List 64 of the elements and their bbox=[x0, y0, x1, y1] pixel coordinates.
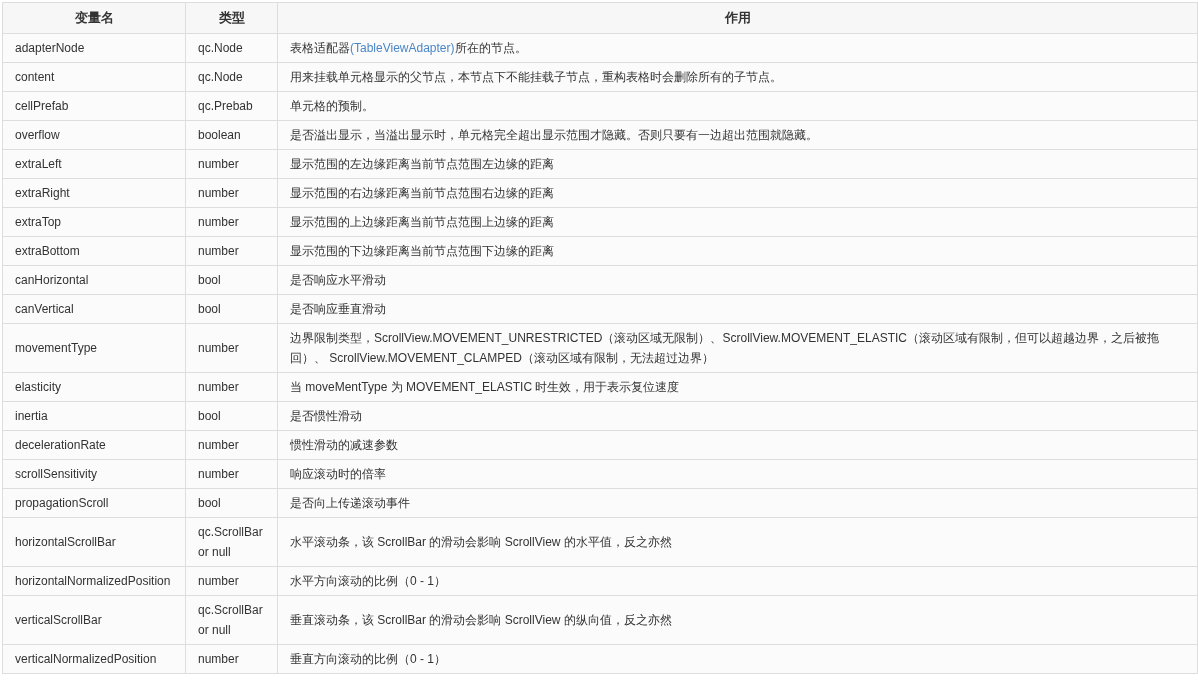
table-cell: number bbox=[185, 149, 278, 179]
table-cell: 是否惯性滑动 bbox=[277, 401, 1198, 431]
table-cell: 单元格的预制。 bbox=[277, 91, 1198, 121]
table-cell: elasticity bbox=[2, 372, 186, 402]
table-cell: qc.Node bbox=[185, 33, 278, 63]
table-cell: 显示范围的右边缘距离当前节点范围右边缘的距离 bbox=[277, 178, 1198, 208]
table-cell: 表格适配器(TableViewAdapter)所在的节点。 bbox=[277, 33, 1198, 63]
table-cell: inertia bbox=[2, 401, 186, 431]
table-cell: extraRight bbox=[2, 178, 186, 208]
table-cell: bool bbox=[185, 488, 278, 518]
table-cell: number bbox=[185, 566, 278, 596]
table-cell: bool bbox=[185, 265, 278, 295]
table-cell: verticalScrollBar bbox=[2, 595, 186, 645]
table-cell: 是否向上传递滚动事件 bbox=[277, 488, 1198, 518]
table-cell: 用来挂载单元格显示的父节点，本节点下不能挂载子节点，重构表格时会删除所有的子节点。 bbox=[277, 62, 1198, 92]
table-cell: movementType bbox=[2, 323, 186, 373]
table-cell: qc.ScrollBar or null bbox=[185, 517, 278, 567]
table-cell: propagationScroll bbox=[2, 488, 186, 518]
table-cell: 水平滚动条，该 ScrollBar 的滑动会影响 ScrollView 的水平值，反之亦然 bbox=[277, 517, 1198, 567]
column-header: 类型 bbox=[185, 2, 278, 34]
table-cell: boolean bbox=[185, 120, 278, 150]
table-cell: qc.Prebab bbox=[185, 91, 278, 121]
table-cell: number bbox=[185, 644, 278, 674]
table-cell: scrollSensitivity bbox=[2, 459, 186, 489]
table-cell: 边界限制类型，ScrollView.MOVEMENT_UNRESTRICTED（滚动区域无限制）、ScrollView.MOVEMENT_ELASTIC（滚动区域有限制，但可以超越边界，之后被拖回）、 ScrollView.MOVEMENT_CLAMPED（滚动区域有限制，无法超过边界） bbox=[277, 323, 1198, 373]
table-cell: content bbox=[2, 62, 186, 92]
table-cell: horizontalNormalizedPosition bbox=[2, 566, 186, 596]
table-cell: number bbox=[185, 372, 278, 402]
table-cell: overflow bbox=[2, 120, 186, 150]
table-cell: 垂直滚动条，该 ScrollBar 的滑动会影响 ScrollView 的纵向值，反之亦然 bbox=[277, 595, 1198, 645]
table-cell: canVertical bbox=[2, 294, 186, 324]
table-cell: number bbox=[185, 459, 278, 489]
table-cell: 是否响应垂直滑动 bbox=[277, 294, 1198, 324]
table-cell: 当 moveMentType 为 MOVEMENT_ELASTIC 时生效，用于表示复位速度 bbox=[277, 372, 1198, 402]
table-cell: 响应滚动时的倍率 bbox=[277, 459, 1198, 489]
table-cell: 显示范围的下边缘距离当前节点范围下边缘的距离 bbox=[277, 236, 1198, 266]
table-cell: number bbox=[185, 207, 278, 237]
table-cell: 显示范围的左边缘距离当前节点范围左边缘的距离 bbox=[277, 149, 1198, 179]
column-header: 变量名 bbox=[2, 2, 186, 34]
table-cell: horizontalScrollBar bbox=[2, 517, 186, 567]
table-cell: bool bbox=[185, 294, 278, 324]
table-cell: extraBottom bbox=[2, 236, 186, 266]
table-cell: 惯性滑动的减速参数 bbox=[277, 430, 1198, 460]
table-cell: number bbox=[185, 236, 278, 266]
column-header: 作用 bbox=[277, 2, 1198, 34]
table-cell: qc.ScrollBar or null bbox=[185, 595, 278, 645]
table-cell: 垂直方向滚动的比例（0 - 1） bbox=[277, 644, 1198, 674]
link[interactable]: (TableViewAdapter) bbox=[350, 41, 455, 55]
table-cell: number bbox=[185, 323, 278, 373]
table-cell: verticalNormalizedPosition bbox=[2, 644, 186, 674]
table-cell: cellPrefab bbox=[2, 91, 186, 121]
table-cell: 是否溢出显示，当溢出显示时，单元格完全超出显示范围才隐藏。否则只要有一边超出范围就隐藏。 bbox=[277, 120, 1198, 150]
table-cell: number bbox=[185, 430, 278, 460]
table-cell: extraLeft bbox=[2, 149, 186, 179]
table-cell: 是否响应水平滑动 bbox=[277, 265, 1198, 295]
table-cell: adapterNode bbox=[2, 33, 186, 63]
table-cell: qc.Node bbox=[185, 62, 278, 92]
table-cell: canHorizontal bbox=[2, 265, 186, 295]
table-cell: 显示范围的上边缘距离当前节点范围上边缘的距离 bbox=[277, 207, 1198, 237]
table-cell: number bbox=[185, 178, 278, 208]
table-cell: bool bbox=[185, 401, 278, 431]
table-cell: extraTop bbox=[2, 207, 186, 237]
table-cell: decelerationRate bbox=[2, 430, 186, 460]
table-cell: 水平方向滚动的比例（0 - 1） bbox=[277, 566, 1198, 596]
